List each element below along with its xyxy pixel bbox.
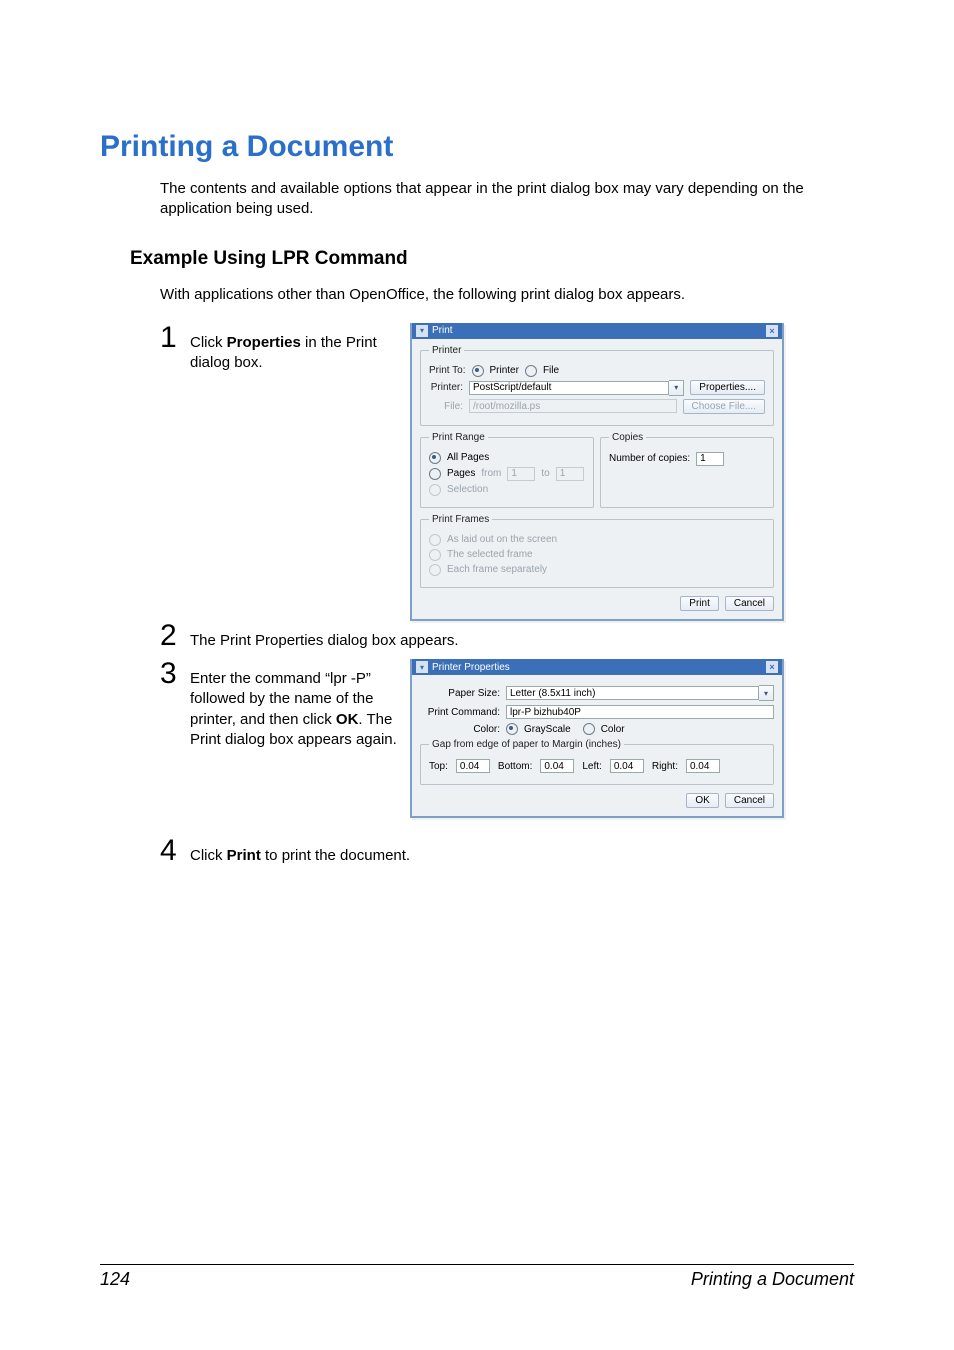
printer-group-legend: Printer [429, 345, 464, 356]
step-number-3: 3 [160, 659, 190, 689]
each-frame-radio [429, 564, 441, 576]
chevron-down-icon[interactable]: ▾ [669, 380, 684, 396]
print-dialog-titlebar: ▾ Print × [412, 323, 782, 339]
from-input [507, 467, 535, 481]
print-frames-group: Print Frames As laid out on the screen T… [420, 514, 774, 588]
printer-properties-titlebar: ▾ Printer Properties × [412, 659, 782, 675]
selected-frame-label: The selected frame [447, 549, 533, 560]
printer-properties-title: Printer Properties [432, 662, 510, 673]
right-label: Right: [652, 761, 678, 772]
page-footer: 124 Printing a Document [100, 1264, 854, 1290]
print-to-printer-radio[interactable] [472, 365, 484, 377]
print-dialog: ▾ Print × Printer Print To: Printer File [410, 323, 784, 621]
print-to-file-label: File [543, 365, 559, 376]
printer-group: Printer Print To: Printer File Printer: [420, 345, 774, 426]
print-frames-legend: Print Frames [429, 514, 492, 525]
color-label: Color: [420, 724, 500, 735]
page-number: 124 [100, 1269, 130, 1290]
choose-file-button: Choose File.... [683, 399, 765, 414]
subsection-heading: Example Using LPR Command [130, 248, 854, 270]
copies-group: Copies Number of copies: [600, 432, 774, 508]
paper-size-label: Paper Size: [420, 688, 500, 699]
printer-name-label: Printer: [429, 382, 463, 393]
top-label: Top: [429, 761, 448, 772]
as-laid-out-label: As laid out on the screen [447, 534, 557, 545]
margin-gap-group: Gap from edge of paper to Margin (inches… [420, 739, 774, 785]
from-label: from [481, 468, 501, 479]
step-number-4: 4 [160, 836, 190, 866]
each-frame-label: Each frame separately [447, 564, 547, 575]
bottom-input[interactable] [540, 759, 574, 773]
to-label: to [541, 468, 549, 479]
subsection-intro: With applications other than OpenOffice,… [160, 285, 854, 305]
print-to-printer-label: Printer [490, 365, 519, 376]
margin-gap-legend: Gap from edge of paper to Margin (inches… [429, 739, 624, 750]
step-number-2: 2 [160, 621, 190, 651]
selection-radio [429, 484, 441, 496]
pages-label: Pages [447, 468, 475, 479]
print-to-file-radio[interactable] [525, 365, 537, 377]
cancel-button[interactable]: Cancel [725, 793, 774, 808]
all-pages-label: All Pages [447, 452, 489, 463]
printer-properties-dialog: ▾ Printer Properties × Paper Size: ▾ Pri… [410, 659, 784, 818]
print-range-group: Print Range All Pages Pages from to [420, 432, 594, 508]
bottom-label: Bottom: [498, 761, 532, 772]
chevron-down-icon[interactable]: ▾ [759, 685, 774, 701]
selection-label: Selection [447, 484, 488, 495]
close-icon[interactable]: × [766, 325, 778, 337]
step-number-1: 1 [160, 323, 190, 353]
top-input[interactable] [456, 759, 490, 773]
cancel-button[interactable]: Cancel [725, 596, 774, 611]
paper-size-input[interactable] [506, 686, 759, 700]
section-heading: Printing a Document [100, 130, 854, 164]
printer-name-input[interactable] [469, 381, 669, 395]
left-input[interactable] [610, 759, 644, 773]
file-label: File: [429, 401, 463, 412]
ok-button[interactable]: OK [686, 793, 718, 808]
print-to-label: Print To: [429, 365, 466, 376]
to-input [556, 467, 584, 481]
color-option-label: Color [601, 724, 625, 735]
step-4-text: Click Print to print the document. [190, 836, 410, 866]
step-2-text: The Print Properties dialog box appears. [190, 621, 458, 651]
properties-button[interactable]: Properties.... [690, 380, 765, 395]
close-icon[interactable]: × [766, 661, 778, 673]
as-laid-out-radio [429, 534, 441, 546]
grayscale-radio[interactable] [506, 723, 518, 735]
section-intro: The contents and available options that … [160, 179, 854, 220]
color-radio[interactable] [583, 723, 595, 735]
grayscale-label: GrayScale [524, 724, 571, 735]
print-button[interactable]: Print [680, 596, 719, 611]
num-copies-input[interactable] [696, 452, 724, 466]
all-pages-radio[interactable] [429, 452, 441, 464]
print-command-input[interactable] [506, 705, 774, 719]
copies-legend: Copies [609, 432, 646, 443]
footer-title: Printing a Document [691, 1269, 854, 1290]
chevron-down-icon[interactable]: ▾ [416, 661, 428, 673]
print-range-legend: Print Range [429, 432, 488, 443]
right-input[interactable] [686, 759, 720, 773]
file-input [469, 399, 677, 413]
step-1-text: Click Properties in the Print dialog box… [190, 323, 400, 374]
chevron-down-icon[interactable]: ▾ [416, 325, 428, 337]
num-copies-label: Number of copies: [609, 453, 690, 464]
selected-frame-radio [429, 549, 441, 561]
print-command-label: Print Command: [420, 707, 500, 718]
step-3-text: Enter the command “lpr -P” followed by t… [190, 659, 400, 750]
pages-radio[interactable] [429, 468, 441, 480]
print-dialog-title: Print [432, 325, 453, 336]
left-label: Left: [582, 761, 601, 772]
